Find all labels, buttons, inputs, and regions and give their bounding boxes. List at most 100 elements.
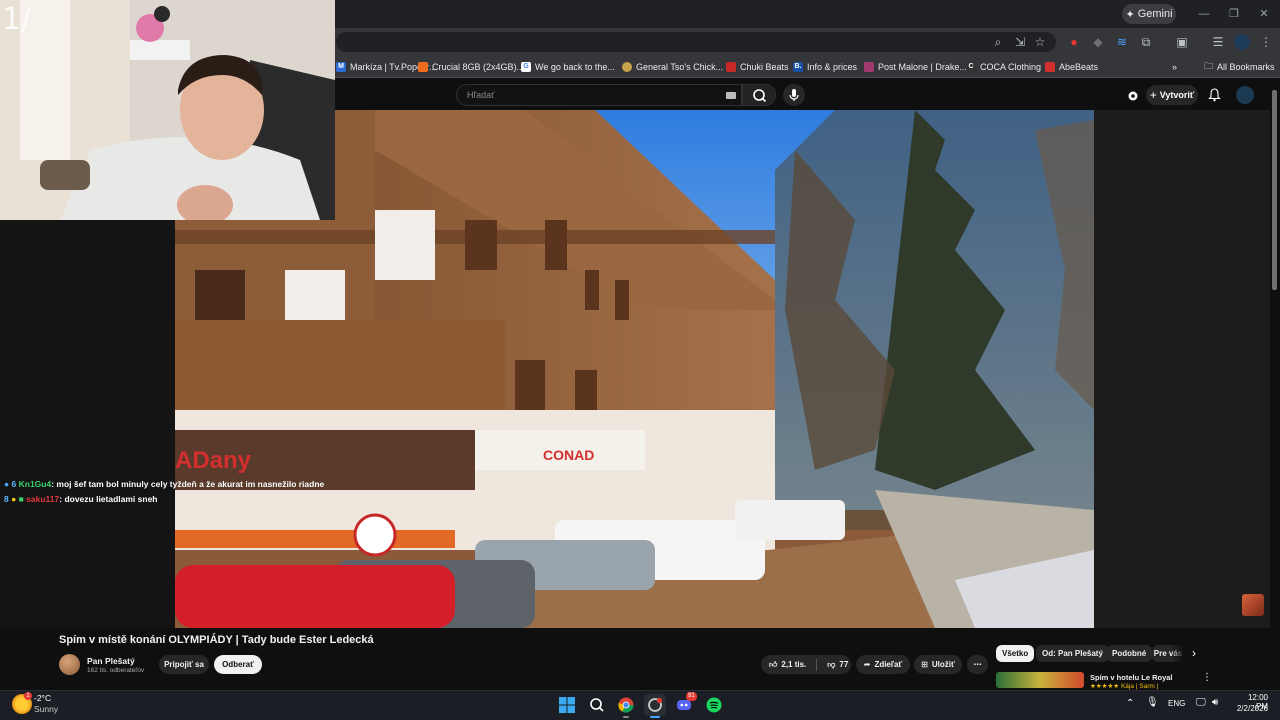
taskbar-search-button[interactable] [586,694,608,716]
chat-badge-icon: 6 [11,479,17,489]
bookmark-label: We go back to the... [535,62,615,72]
gemini-button[interactable]: ✦ Gemini [1122,4,1176,24]
profile-avatar[interactable] [1234,34,1250,50]
bookmark-item[interactable]: General Tso's Chick... [622,58,723,76]
join-label: Pripojiť sa [164,660,204,669]
keyboard-icon[interactable] [726,92,736,99]
close-icon[interactable]: ✕ [1254,6,1274,22]
save-icon: ⊞ [921,660,928,669]
channel-name[interactable]: Pan Plešatý [87,656,135,666]
bookmark-label: General Tso's Chick... [636,62,724,72]
bookmark-item[interactable]: Crucial 8GB (2x4GB)... [418,58,524,76]
windows-taskbar [0,690,1280,720]
stream-right-panel [1094,110,1270,628]
tab-search-icon[interactable]: ☰ [1210,34,1226,50]
search-input[interactable]: Hľadať [456,84,742,106]
next-video-menu-icon[interactable]: ⋮ [1202,672,1212,683]
chat-badge-icon: ● [4,479,10,489]
bookmark-favicon: B. [793,62,803,72]
bookmark-item[interactable]: AbeBeats [1045,58,1098,76]
like-button[interactable]: 👍︎ 2,1 tis. [769,660,806,670]
join-button[interactable]: Pripojiť sa [159,655,209,674]
voice-search-button[interactable] [783,84,805,106]
extensions-puzzle-icon[interactable]: ⧉ [1138,34,1154,50]
bookmark-favicon [622,62,632,72]
video-title: Spím v místě konání OLYMPIÁDY | Tady bud… [59,634,374,646]
tray-mic-icon[interactable]: 🎙︎ [1146,697,1159,708]
weather-temp[interactable]: -2°C [34,693,51,703]
next-video-channel-name: Kája | Sarm | [1120,683,1159,690]
chip-scroll-right-icon[interactable]: › [1192,646,1196,660]
clock-date[interactable]: 2/2/2026 [1228,704,1268,713]
chat-message: 8 ● ■ saku117: dovezu lietadlami sneh [4,494,158,504]
bookmark-item[interactable]: Chuki Beats [726,58,789,76]
menu-kebab-icon[interactable]: ⋮ [1258,34,1274,50]
thumbs-up-icon: 👍︎ [769,659,778,669]
extension-red-icon[interactable]: ● [1066,34,1082,50]
chip-similar[interactable]: Podobné [1106,645,1153,662]
taskbar-app-active[interactable] [644,694,666,716]
weather-condition[interactable]: Sunny [34,704,58,714]
chat-text: dovezu lietadlami sneh [64,494,158,504]
network-icon[interactable]: 🖵︎ [1196,697,1206,708]
account-avatar[interactable] [1236,86,1254,104]
address-bar[interactable] [336,32,1056,52]
bookmarks-overflow-icon[interactable]: » [1172,58,1177,76]
install-icon[interactable]: ⇲ [1012,34,1028,50]
chip-for-you[interactable]: Pre vás [1152,645,1184,662]
bookmark-star-icon[interactable]: ☆ [1032,34,1048,50]
bookmark-favicon [1045,62,1055,72]
stream-left-panel [0,220,175,628]
more-actions-button[interactable]: ⋯ [967,655,988,674]
channel-avatar[interactable] [59,654,80,675]
like-count: 2,1 tis. [781,660,807,669]
volume-icon[interactable]: 🔊︎ [1212,697,1218,708]
language-indicator[interactable]: ENG [1168,699,1185,708]
save-button[interactable]: ⊞ Uložiť [914,655,962,674]
next-video-title[interactable]: Spím v hotelu Le Royal [1090,673,1173,682]
extension-grey-icon[interactable]: ◆ [1090,34,1106,50]
chip-all[interactable]: Všetko [996,645,1035,662]
chat-badge-icon: 8 [4,494,9,504]
bookmark-label: Post Malone | Drake... [878,62,967,72]
thumbs-down-icon: 👎︎ [827,659,836,669]
dislike-button[interactable]: 👎︎ 77 [827,660,848,670]
tray-overflow-icon[interactable]: ⌃ [1126,698,1134,709]
subscriber-count: 162 tis. odberateľov [87,667,145,674]
start-button[interactable] [556,694,578,716]
zoom-icon[interactable]: ⌕ [990,34,1006,50]
taskbar-chrome[interactable] [615,694,637,716]
all-bookmarks-button[interactable]: 🗀 All Bookmarks [1204,58,1275,76]
rating-stars: ★★★★★ [1090,683,1121,690]
cast-settings-icon[interactable] [1127,89,1139,101]
maximize-icon[interactable]: ❐ [1224,6,1244,22]
notifications-bell-icon[interactable] [1208,88,1221,102]
search-button[interactable] [742,84,776,106]
create-button[interactable]: + Vytvoriť [1146,85,1198,105]
bookmark-label: Chuki Beats [740,62,789,72]
bookmark-item[interactable]: C COCA Clothing [966,58,1041,76]
gemini-label: Gemini [1137,8,1173,20]
next-video-thumbnail[interactable] [996,672,1084,688]
subscribe-button[interactable]: Odberať [214,655,262,674]
save-label: Uložiť [931,660,955,669]
bookmark-item[interactable]: G We go back to the... [521,58,615,76]
bookmark-label: COCA Clothing [980,62,1042,72]
share-icon: ➦ [863,660,871,669]
windows-logo-icon [559,697,575,713]
video-sign-conad: CONAD [543,447,594,463]
search-icon [590,698,604,712]
chat-username: Kn1Gu4 [18,479,52,489]
bookmark-item[interactable]: Post Malone | Drake... [864,58,967,76]
app-ring-icon [648,697,663,712]
minimize-icon[interactable]: — [1194,6,1214,22]
plus-icon: + [1149,88,1157,102]
sidepanel-icon[interactable]: ▣ [1174,34,1190,50]
webcam-overlay: 1/ [0,0,335,220]
share-button[interactable]: ➦ Zdieľať [856,655,910,674]
page-scrollbar[interactable] [1272,90,1277,290]
extension-wave-icon[interactable]: ≋ [1114,34,1130,50]
bookmark-item[interactable]: B. Info & prices [793,58,857,76]
chip-from-channel[interactable]: Od: Pan Plešatý [1036,645,1109,662]
taskbar-spotify[interactable] [703,694,725,716]
